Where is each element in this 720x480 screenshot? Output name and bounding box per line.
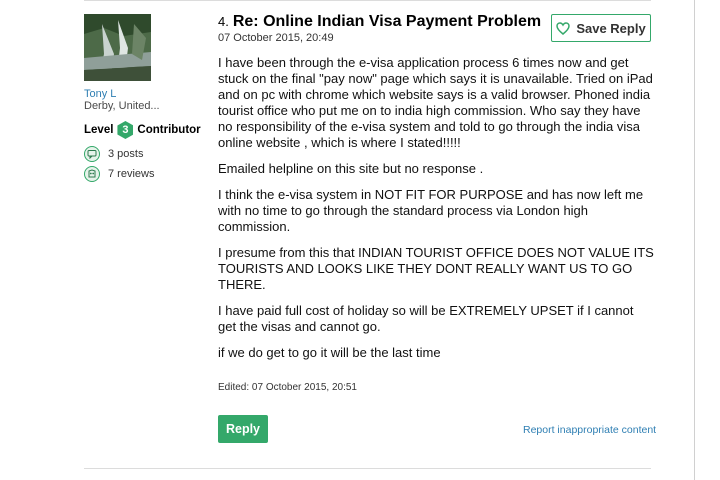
- post-body: I have been through the e-visa applicati…: [218, 55, 654, 371]
- report-inappropriate-link[interactable]: Report inappropriate content: [523, 424, 656, 436]
- author-location: Derby, United...: [84, 100, 160, 112]
- speech-bubble-icon: [84, 146, 100, 162]
- save-reply-button[interactable]: Save Reply: [551, 14, 651, 42]
- level-prefix: Level: [84, 124, 114, 136]
- heart-icon: [556, 21, 571, 35]
- level-suffix: Contributor: [137, 124, 201, 136]
- posts-count: 3 posts: [108, 148, 144, 160]
- bottom-divider: [84, 468, 651, 469]
- post-number: 4.: [218, 14, 229, 29]
- post-title: 4. Re: Online Indian Visa Payment Problem: [218, 13, 541, 31]
- post-title-text: Re: Online Indian Visa Payment Problem: [232, 13, 542, 30]
- reply-button[interactable]: Reply: [218, 415, 268, 443]
- post-date: 07 October 2015, 20:49: [218, 32, 334, 44]
- save-reply-label: Save Reply: [576, 20, 646, 36]
- reviews-count: 7 reviews: [108, 168, 155, 180]
- author-level: Level 3 Contributor: [84, 121, 201, 139]
- owl-icon: [84, 166, 100, 182]
- author-name[interactable]: Tony L: [84, 88, 116, 100]
- post-paragraph: I have paid full cost of holiday so will…: [218, 303, 634, 334]
- post-paragraph: if we do get to go it will be the last t…: [218, 345, 441, 360]
- post-paragraph: Emailed helpline on this site but no res…: [218, 161, 484, 176]
- page-right-border: [694, 0, 695, 480]
- post-paragraph: I have been through the e-visa applicati…: [218, 55, 653, 150]
- edited-timestamp: Edited: 07 October 2015, 20:51: [218, 382, 357, 393]
- top-divider: [84, 0, 651, 1]
- level-badge-icon: 3: [117, 121, 134, 139]
- post-paragraph: I think the e-visa system in NOT FIT FOR…: [218, 187, 644, 234]
- avatar[interactable]: [84, 14, 151, 81]
- author-posts[interactable]: 3 posts: [84, 146, 143, 162]
- author-reviews[interactable]: 7 reviews: [84, 166, 154, 182]
- post-paragraph: I presume from this that INDIAN TOURIST …: [218, 245, 654, 292]
